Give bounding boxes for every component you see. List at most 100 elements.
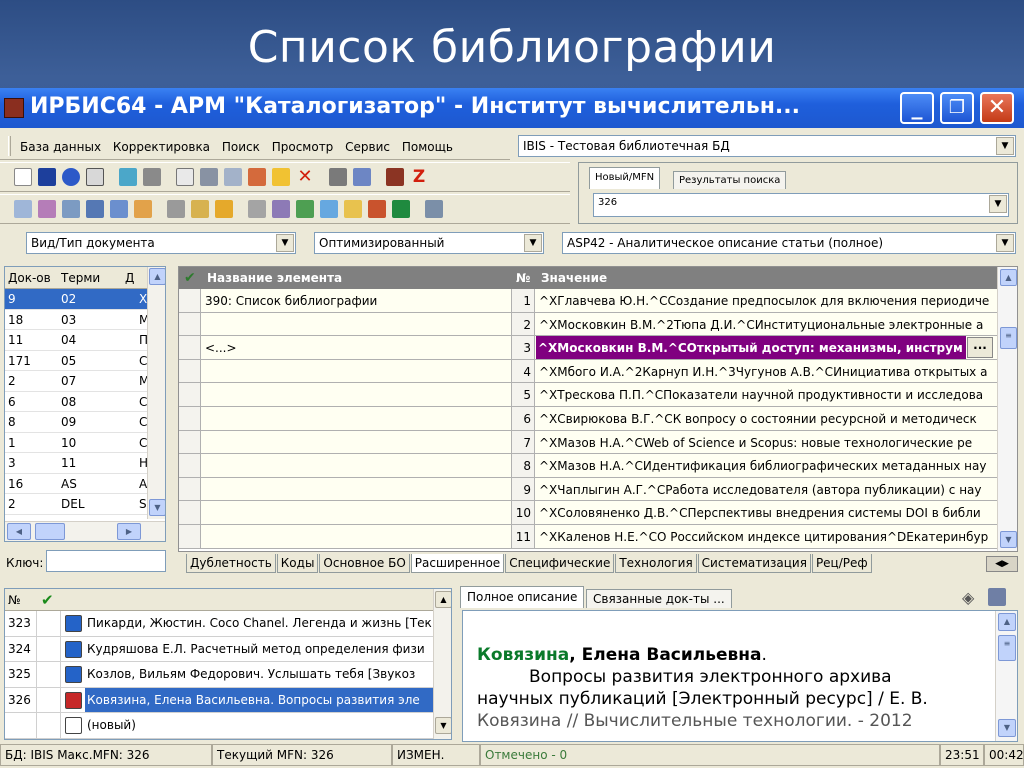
field-check-cell[interactable]: [179, 407, 201, 430]
scroll-up-icon[interactable]: ▲: [149, 268, 165, 285]
menu-service[interactable]: Сервис: [345, 140, 390, 154]
record-check-cell[interactable]: [37, 636, 61, 662]
scroll-down-icon[interactable]: ▼: [149, 499, 165, 516]
field-row[interactable]: 390: Список библиографии 1 ^XГлавчева Ю.Н.…: [179, 289, 997, 313]
record-row[interactable]: 326 Ковязина, Елена Васильевна. Вопросы р…: [5, 687, 433, 713]
minimize-button[interactable]: _: [900, 92, 934, 124]
grid-icon[interactable]: [200, 168, 218, 186]
tab-full-description[interactable]: Полное описание: [460, 586, 585, 608]
field-value[interactable]: ^XСвирюкова В.Г.^CК вопросу о состоянии …: [539, 412, 997, 426]
tab-review[interactable]: Рец/Реф: [811, 554, 872, 573]
delete-icon[interactable]: ✕: [296, 168, 314, 186]
form2-icon[interactable]: [38, 200, 56, 218]
undo-icon[interactable]: [62, 168, 80, 186]
lock-icon[interactable]: [215, 200, 233, 218]
scroll-down-icon[interactable]: ▼: [435, 717, 451, 734]
col-num[interactable]: №: [516, 271, 530, 285]
tab-linked-docs[interactable]: Связанные док-ты ...: [586, 589, 732, 608]
menu-help[interactable]: Помощь: [402, 140, 453, 154]
field-row[interactable]: 7 ^XМазов Н.А.^CWeb of Science и Scopus: …: [179, 430, 997, 455]
field-value[interactable]: ^XЧаплыгин А.Г.^CРабота исследователя (а…: [539, 483, 997, 497]
maximize-button[interactable]: ❐: [940, 92, 974, 124]
field-check-cell[interactable]: [179, 359, 201, 383]
wizard-icon[interactable]: [134, 200, 152, 218]
paste-icon[interactable]: [176, 168, 194, 186]
field-check-cell[interactable]: [179, 501, 201, 525]
field-row[interactable]: 2 ^XМосковкин В.М.^2Тюпа Д.И.^CИнституцио…: [179, 312, 997, 337]
ellipsis-button[interactable]: ...: [967, 337, 993, 358]
table-row[interactable]: 2 DEL S: [5, 494, 147, 515]
diamond-icon[interactable]: ◈: [962, 588, 974, 607]
z3950-icon[interactable]: Z: [410, 168, 428, 186]
chevron-down-icon[interactable]: ▼: [524, 234, 542, 252]
field-check-cell[interactable]: [179, 430, 201, 454]
col-term[interactable]: Терми: [61, 271, 100, 285]
folder-icon[interactable]: [344, 200, 362, 218]
new-doc-icon[interactable]: [14, 168, 32, 186]
database-select[interactable]: IBIS - Тестовая библиотечная БД ▼: [518, 135, 1016, 157]
field-row[interactable]: 5 ^XТрескова П.П.^CПоказатели научной про…: [179, 383, 997, 407]
mfn-input[interactable]: 326 ▼: [593, 193, 1009, 217]
description-scrollbar[interactable]: ▲ ≡ ▼: [995, 611, 1017, 741]
form3-icon[interactable]: [62, 200, 80, 218]
record-row[interactable]: 323 Пикарди, Жюстин. Coco Chanel. Легенда…: [5, 611, 433, 637]
field-value[interactable]: ^XТрескова П.П.^CПоказатели научной прод…: [539, 388, 997, 402]
table-row[interactable]: 1 10 С: [5, 433, 147, 453]
key-input[interactable]: [46, 550, 166, 572]
table-row[interactable]: 171 05 С: [5, 351, 147, 371]
record-check-cell[interactable]: [37, 662, 61, 687]
menu-view[interactable]: Просмотр: [272, 140, 334, 154]
scroll-up-icon[interactable]: ▲: [1000, 269, 1017, 286]
tab-codes[interactable]: Коды: [276, 554, 319, 573]
edit-icon[interactable]: [272, 168, 290, 186]
tab-systematization[interactable]: Систематизация: [697, 554, 811, 573]
field-row[interactable]: <...> 3 ^XМосковкин В.М.^CОткрытый доступ:…: [179, 336, 997, 360]
hierarchy-icon[interactable]: [425, 200, 443, 218]
table-row[interactable]: 9 02 Х: [5, 289, 147, 310]
terms-hscrollbar[interactable]: ◀ ▶: [5, 521, 165, 541]
scroll-thumb[interactable]: ≡: [998, 635, 1016, 661]
field-check-cell[interactable]: [179, 383, 201, 407]
table-row[interactable]: 3 11 Н: [5, 453, 147, 474]
field-check-cell[interactable]: [179, 336, 201, 359]
clipboard-icon[interactable]: [191, 200, 209, 218]
scroll-down-icon[interactable]: ▼: [998, 719, 1016, 737]
field-row[interactable]: 4 ^XМбого И.А.^2Карнуп И.Н.^3Чугунов А.В.…: [179, 359, 997, 384]
field-check-cell[interactable]: [179, 525, 201, 548]
record-row[interactable]: 324 Кудряшова Е.Л. Расчетный метод опреде…: [5, 636, 433, 662]
scroll-thumb[interactable]: [35, 523, 65, 540]
tab-specific[interactable]: Специфические: [505, 554, 615, 573]
record-row[interactable]: (новый): [5, 713, 433, 739]
table-row[interactable]: 6 08 С: [5, 392, 147, 412]
table-row[interactable]: 16 AS A: [5, 474, 147, 494]
scroll-up-icon[interactable]: ▲: [998, 613, 1016, 631]
field-check-cell[interactable]: [179, 454, 201, 477]
form-icon[interactable]: [14, 200, 32, 218]
export-icon[interactable]: [353, 168, 371, 186]
record-check-cell[interactable]: [37, 611, 61, 636]
move-icon[interactable]: [224, 168, 242, 186]
record-check-cell[interactable]: [37, 713, 61, 738]
menu-search[interactable]: Поиск: [222, 140, 260, 154]
col-value[interactable]: Значение: [541, 271, 607, 285]
import-icon[interactable]: [329, 168, 347, 186]
excel-icon[interactable]: [392, 200, 410, 218]
arrow-left-icon[interactable]: [119, 168, 137, 186]
records-scrollbar[interactable]: ▲ ▼: [433, 589, 451, 739]
table-row[interactable]: 18 03 М: [5, 310, 147, 330]
preview-icon[interactable]: [272, 200, 290, 218]
table-row[interactable]: 8 09 С: [5, 412, 147, 433]
scroll-left-icon[interactable]: ◀: [7, 523, 31, 540]
chart-icon[interactable]: [368, 200, 386, 218]
field-row[interactable]: 6 ^XСвирюкова В.Г.^CК вопросу о состоянии…: [179, 407, 997, 431]
field-check-cell[interactable]: [179, 289, 201, 312]
doc-type-select[interactable]: Вид/Тип документа ▼: [26, 232, 296, 254]
irbis-icon[interactable]: [386, 168, 404, 186]
chevron-down-icon[interactable]: ▼: [989, 195, 1007, 213]
field-value[interactable]: ^XМазов Н.А.^CИдентификация библиографич…: [539, 459, 997, 473]
tab-scroll-arrows-icon[interactable]: ◀▶: [986, 556, 1018, 572]
field-value[interactable]: ^XГлавчева Ю.Н.^CСоздание предпосылок дл…: [539, 294, 997, 308]
form4-icon[interactable]: [86, 200, 104, 218]
copy-doc-icon[interactable]: [320, 200, 338, 218]
field-row[interactable]: 9 ^XЧаплыгин А.Г.^CРабота исследователя (…: [179, 477, 997, 502]
